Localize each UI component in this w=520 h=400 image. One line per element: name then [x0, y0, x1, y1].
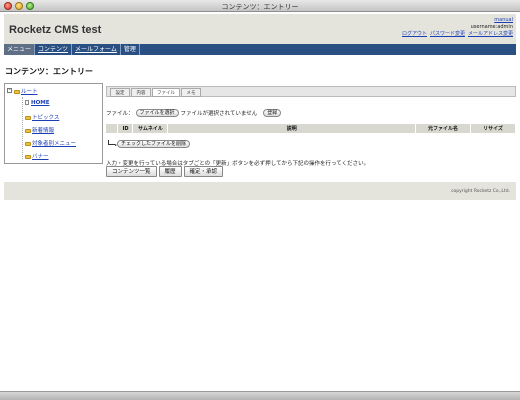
tree-item-label: トピックス	[32, 115, 60, 121]
file-table-header: ID サムネイル 説明 元ファイル名 リサイズ	[106, 124, 516, 133]
file-table: ID サムネイル 説明 元ファイル名 リサイズ	[106, 124, 516, 133]
column-header-resize: リサイズ	[470, 124, 516, 133]
tree-item-label: ルート	[21, 89, 38, 95]
nav-item-admin[interactable]: 管理	[121, 44, 140, 55]
column-header-filename: 元ファイル名	[415, 124, 472, 133]
tree-item-target-menu[interactable]: 対象者別メニュー	[25, 139, 76, 147]
file-label: ファイル：	[106, 111, 134, 117]
choose-file-button[interactable]: ファイルを選択	[135, 109, 179, 117]
change-email-link[interactable]: メールアドレス変更	[468, 31, 513, 37]
page-icon	[25, 100, 29, 105]
register-button[interactable]: 登録	[263, 109, 282, 117]
page-title: コンテンツ：エントリー	[5, 67, 93, 76]
tree-item-home[interactable]: HOME	[25, 100, 50, 106]
cms-header: Rocketz CMS test manual username:admin ロ…	[4, 14, 516, 44]
no-file-selected-text: ファイルが選択されていません	[180, 111, 258, 117]
tree-item-news[interactable]: 新着情報	[25, 126, 54, 134]
folder-icon	[25, 154, 31, 159]
tree-item-label: 対象者別メニュー	[32, 141, 77, 147]
file-upload-row: ファイル： ファイルを選択 ファイルが選択されていません 登録	[106, 109, 282, 117]
bottom-actions: コンテンツ一覧 履歴 確定・承認	[106, 166, 224, 177]
nav-item-menu[interactable]: メニュー	[4, 44, 36, 55]
history-button[interactable]: 履歴	[158, 166, 182, 177]
logout-link[interactable]: ログアウト	[402, 31, 427, 37]
tree-item-topics[interactable]: トピックス	[25, 113, 59, 121]
folder-open-icon	[14, 89, 20, 94]
tab-files[interactable]: ファイル	[152, 88, 180, 97]
folder-icon	[25, 128, 31, 133]
tree-item-banner[interactable]: バナー	[25, 152, 49, 160]
tab-settings[interactable]: 設定	[110, 88, 130, 97]
window-titlebar: コンテンツ：エントリー	[0, 0, 520, 12]
delete-checked-files-button[interactable]: チェックしたファイルを削除	[117, 140, 191, 148]
tree-item-label: 新着情報	[32, 128, 55, 134]
manual-link[interactable]: manual	[494, 17, 513, 23]
collapse-toggle-icon[interactable]: -	[7, 88, 12, 93]
window-bottom-bar	[0, 391, 520, 400]
account-links: ログアウト パスワード変更 メールアドレス変更	[399, 31, 513, 38]
copyright-text: copyright Rocketz Co.,Ltd.	[451, 189, 510, 194]
tab-content[interactable]: 内容	[131, 88, 151, 97]
column-header-thumbnail: サムネイル	[132, 124, 169, 133]
tree-connector	[22, 97, 23, 159]
confirm-approve-button[interactable]: 確定・承認	[183, 166, 224, 177]
tree-item-label: HOME	[31, 100, 50, 106]
arrow-hook-icon	[108, 139, 117, 146]
tree-item-label: バナー	[32, 154, 49, 160]
change-password-link[interactable]: パスワード変更	[430, 31, 465, 37]
tree-item-root[interactable]: ルート	[14, 87, 38, 95]
column-header-id: ID	[117, 124, 134, 133]
category-tree: - ルート HOME トピックス 新着情報 対象者別メニュー バナー	[4, 83, 103, 164]
folder-icon	[25, 115, 31, 120]
app-title: Rocketz CMS test	[9, 24, 102, 36]
entry-tabs: 設定 内容 ファイル メモ	[106, 86, 516, 97]
content-list-button[interactable]: コンテンツ一覧	[106, 166, 157, 177]
main-nav: メニュー コンテンツ メールフォーム 管理	[4, 44, 516, 55]
cms-footer: copyright Rocketz Co.,Ltd.	[4, 182, 516, 200]
header-user-area: manual username:admin ログアウト パスワード変更 メールアドレ…	[399, 17, 513, 38]
tab-memo[interactable]: メモ	[181, 88, 201, 97]
nav-item-contents[interactable]: コンテンツ	[35, 44, 73, 55]
folder-icon	[25, 141, 31, 146]
delete-row: チェックしたファイルを削除	[108, 139, 191, 148]
nav-item-mailform[interactable]: メールフォーム	[72, 44, 121, 55]
username-text: username:admin	[470, 24, 513, 30]
column-header-description: 説明	[167, 124, 417, 133]
window-title: コンテンツ：エントリー	[221, 3, 299, 11]
select-column-header	[106, 124, 119, 133]
